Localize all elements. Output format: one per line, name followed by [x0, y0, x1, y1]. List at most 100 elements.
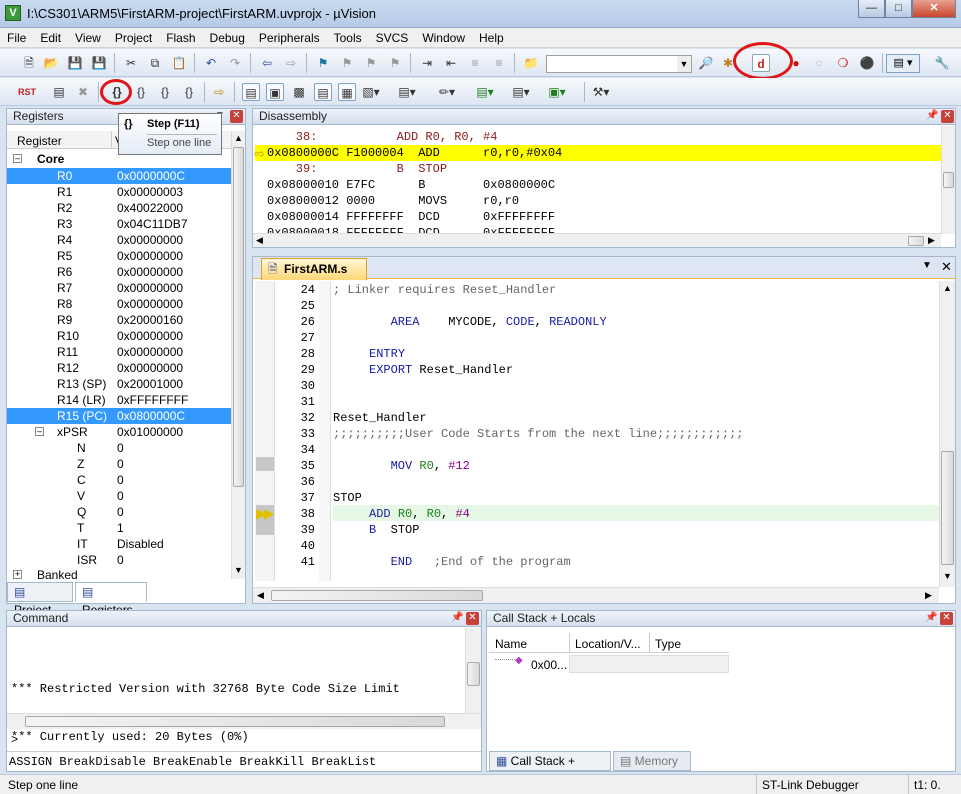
uncomment-icon[interactable]: ≡	[490, 54, 508, 72]
register-value[interactable]: 0x00000000	[117, 328, 183, 344]
register-row[interactable]: R7 0x00000000	[7, 280, 232, 296]
undo-icon[interactable]: ↶	[202, 54, 220, 72]
code-line[interactable]: AREA MYCODE, CODE, READONLY	[333, 315, 607, 329]
command-hscroll[interactable]	[7, 713, 481, 729]
register-value[interactable]: 0x00000003	[117, 184, 183, 200]
redo-icon[interactable]: ↷	[226, 54, 244, 72]
disable-breakpoint-icon[interactable]: ❍	[834, 54, 852, 72]
flag-row[interactable]: IT Disabled	[7, 536, 232, 552]
find-combo[interactable]	[546, 55, 692, 73]
find-icon[interactable]: 🔎	[697, 54, 715, 72]
register-value[interactable]: 0x20000160	[117, 312, 183, 328]
register-value[interactable]: 0x0000000C	[117, 168, 185, 184]
flag-value[interactable]: 0	[117, 440, 124, 456]
flag-value[interactable]: 0	[117, 472, 124, 488]
close-icon[interactable]: ✕	[230, 110, 243, 123]
watch-windows-icon[interactable]: ▧▾	[362, 83, 380, 101]
system-viewer-icon[interactable]: ▣▾	[548, 83, 566, 101]
menu-peripherals[interactable]: Peripherals	[252, 28, 327, 45]
command-vscroll[interactable]	[465, 628, 481, 714]
tab-call-stack-locals[interactable]: ▦ Call Stack + Locals	[489, 751, 611, 786]
disassembly-line[interactable]: 0x08000014 FFFFFFFF DCD 0xFFFFFFFF	[267, 209, 939, 225]
code-line[interactable]: ;;;;;;;;;;User Code Starts from the next…	[333, 427, 743, 441]
close-window-button[interactable]: ✕	[912, 0, 956, 18]
clear-bookmarks-icon[interactable]: ⚑	[386, 54, 404, 72]
column-register[interactable]: Register	[17, 134, 62, 148]
serial-windows-icon[interactable]: ✏▾	[438, 83, 456, 101]
flag-value[interactable]: 0	[117, 504, 124, 520]
register-row[interactable]: R10 0x00000000	[7, 328, 232, 344]
register-row[interactable]: R15 (PC) 0x0800000C	[7, 408, 232, 424]
register-value[interactable]: 0xFFFFFFFF	[117, 392, 188, 408]
toolbox-icon[interactable]: ⚒▾	[592, 83, 610, 101]
close-icon[interactable]: ✕	[941, 110, 954, 123]
tab-memory-1[interactable]: ▤ Memory 1	[613, 751, 691, 786]
analysis-windows-icon[interactable]: ▤▾	[476, 83, 494, 101]
trace-windows-icon[interactable]: ▤▾	[512, 83, 530, 101]
new-file-icon[interactable]: 🗎	[20, 54, 38, 72]
register-value[interactable]: 0x00000000	[117, 248, 183, 264]
code-line[interactable]: B STOP	[333, 523, 419, 537]
register-row[interactable]: R1 0x00000003	[7, 184, 232, 200]
kill-breakpoints-icon[interactable]: ⚫	[858, 54, 876, 72]
menu-tools[interactable]: Tools	[327, 28, 369, 45]
bookmark-icon[interactable]: ⚑	[314, 54, 332, 72]
scroll-down-icon[interactable]: ▼	[234, 565, 243, 575]
register-row[interactable]: R11 0x00000000	[7, 344, 232, 360]
code-line[interactable]: MOV R0, #12	[333, 459, 470, 473]
register-value[interactable]: 0x00000000	[117, 344, 183, 360]
window-layout-dropdown[interactable]: ▤ ▾	[886, 54, 920, 73]
tab-registers[interactable]: ▤ Registers	[75, 582, 147, 617]
register-value[interactable]: 0x0800000C	[117, 408, 185, 424]
register-value[interactable]: 0x01000000	[117, 424, 183, 440]
disassembly-line[interactable]: 38: ADD R0, R0, #4	[267, 129, 939, 145]
disassembly-line[interactable]: 0x08000012 0000 MOVS r0,r0	[267, 193, 939, 209]
collapse-icon[interactable]: –	[35, 427, 44, 436]
menu-debug[interactable]: Debug	[203, 28, 252, 45]
flag-value[interactable]: Disabled	[117, 536, 164, 552]
close-icon[interactable]: ✕	[940, 612, 953, 625]
call-stack-row[interactable]: 0x00...	[531, 658, 567, 672]
column-type[interactable]: Type	[655, 637, 681, 651]
flag-value[interactable]: 1	[117, 520, 124, 536]
register-row[interactable]: R14 (LR) 0xFFFFFFFF	[7, 392, 232, 408]
command-input[interactable]	[23, 731, 473, 749]
register-row[interactable]: R6 0x00000000	[7, 264, 232, 280]
disassembly-line[interactable]: 39: B STOP	[267, 161, 939, 177]
prev-bookmark-icon[interactable]: ⚑	[338, 54, 356, 72]
scroll-left-icon[interactable]: ◀	[257, 590, 264, 601]
close-icon[interactable]: ✕	[466, 612, 479, 625]
menu-window[interactable]: Window	[415, 28, 472, 45]
pin-icon[interactable]: 📌	[925, 612, 937, 623]
register-row[interactable]: – xPSR 0x01000000	[7, 424, 232, 440]
flag-value[interactable]: 0	[117, 488, 124, 504]
scroll-right-icon[interactable]: ▶	[925, 590, 932, 601]
scroll-left-icon[interactable]: ◀	[256, 235, 263, 246]
code-line[interactable]: END ;End of the program	[333, 555, 571, 569]
register-row[interactable]: R9 0x20000160	[7, 312, 232, 328]
save-icon[interactable]: 💾	[66, 54, 84, 72]
tab-firstarm-s[interactable]: 🗎 FirstARM.s	[261, 258, 367, 280]
group-banked[interactable]: Banked	[37, 568, 78, 582]
expand-icon[interactable]: +	[13, 570, 22, 579]
stop-icon[interactable]: ✖	[74, 83, 92, 101]
pin-icon[interactable]: 📌	[926, 110, 938, 121]
group-core[interactable]: Core	[37, 152, 64, 166]
indent-icon[interactable]: ⇥	[418, 54, 436, 72]
register-value[interactable]: 0x40022000	[117, 200, 183, 216]
disassembly-line[interactable]: 0x0800000C F1000004 ADD r0,r0,#0x04	[255, 145, 941, 161]
register-value[interactable]: 0x00000000	[117, 264, 183, 280]
register-row[interactable]: R2 0x40022000	[7, 200, 232, 216]
step-out-icon[interactable]: {}	[156, 83, 174, 101]
code-line[interactable]: ENTRY	[333, 347, 405, 361]
menu-svcs[interactable]: SVCS	[369, 28, 416, 45]
register-value[interactable]: 0x00000000	[117, 232, 183, 248]
menu-view[interactable]: View	[68, 28, 108, 45]
register-value[interactable]: 0x04C11DB7	[117, 216, 188, 232]
flag-row[interactable]: Q0	[7, 504, 232, 520]
cut-icon[interactable]: ✂	[122, 54, 140, 72]
find-in-files-icon[interactable]: 📁	[522, 54, 540, 72]
code-line[interactable]: ADD R0, R0, #4	[333, 507, 470, 521]
code-line[interactable]: STOP	[333, 491, 362, 505]
flag-value[interactable]: 0	[117, 552, 124, 568]
